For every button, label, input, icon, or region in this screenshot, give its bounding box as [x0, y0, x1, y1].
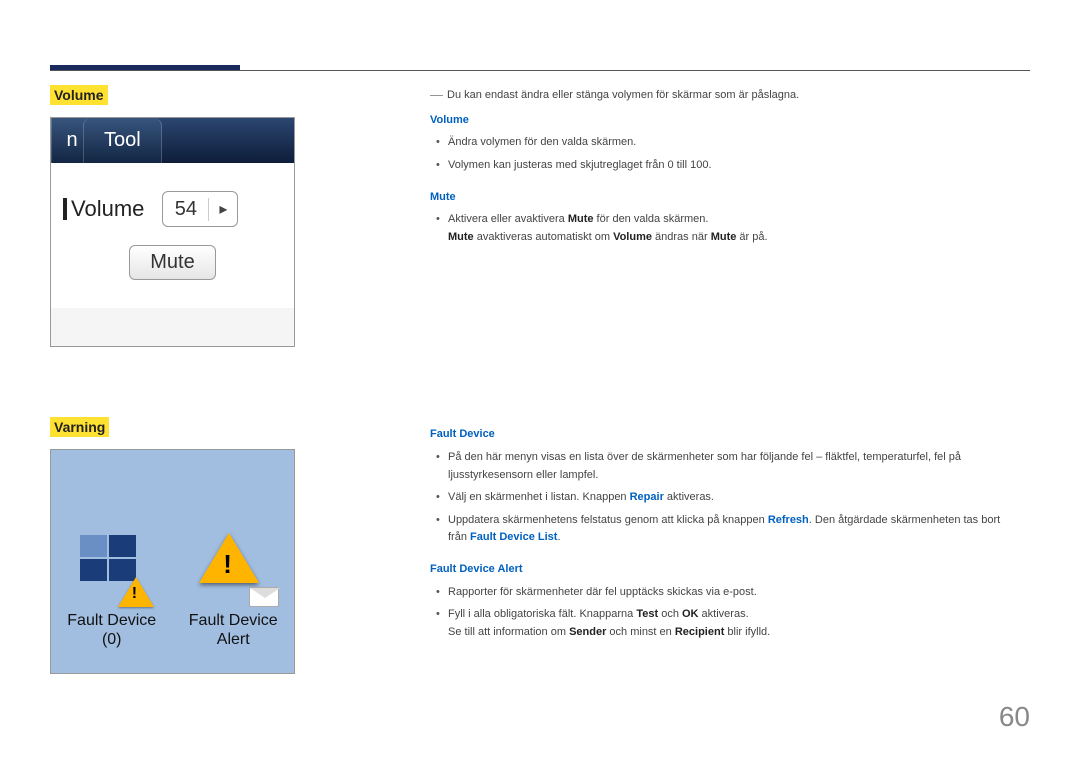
volume-value: 54 — [163, 198, 209, 221]
fda-item: Rapporter för skärmenheter där fel upptä… — [430, 584, 1010, 602]
page-number: 60 — [999, 701, 1030, 733]
fda-item: Fyll i alla obligatoriska fält. Knapparn… — [430, 606, 1010, 641]
fault-device-label: Fault Device (0) — [67, 611, 156, 649]
volume-subhead: Volume — [430, 112, 1010, 130]
fd-item: På den här menyn visas en lista över de … — [430, 449, 1010, 484]
fault-device-alert-tile[interactable]: Fault Device Alert — [179, 509, 289, 667]
volume-note: ―Du kan endast ändra eller stänga volyme… — [430, 85, 1010, 106]
fault-device-subhead: Fault Device — [430, 426, 1010, 444]
volume-spinner[interactable]: 54 ▸ — [162, 191, 238, 227]
volume-screenshot: n Tool Volume 54 ▸ Mute — [50, 117, 295, 347]
fault-device-alert-label: Fault Device Alert — [189, 611, 278, 649]
warning-icon — [118, 577, 154, 607]
volume-item: Volymen kan justeras med skjutreglaget f… — [430, 157, 1010, 175]
warning-icon — [199, 533, 259, 583]
mute-item: Aktivera eller avaktivera Mute för den v… — [430, 211, 1010, 246]
mute-subhead: Mute — [430, 189, 1010, 207]
volume-item: Ändra volymen för den valda skärmen. — [430, 134, 1010, 152]
mosaic-icon — [78, 533, 138, 583]
tab-tool[interactable]: Tool — [83, 118, 162, 163]
volume-label: Volume — [63, 196, 144, 222]
fd-item: Välj en skärmenhet i listan. Knappen Rep… — [430, 489, 1010, 507]
fault-device-tile[interactable]: Fault Device (0) — [57, 509, 167, 667]
varning-screenshot: Fault Device (0) Fault Device Al — [50, 449, 295, 674]
section-title-varning: Varning — [50, 417, 109, 437]
section-title-volume: Volume — [50, 85, 108, 105]
volume-increase-icon[interactable]: ▸ — [209, 199, 237, 219]
envelope-icon — [249, 587, 279, 607]
fd-item: Uppdatera skärmenhetens felstatus genom … — [430, 512, 1010, 547]
mute-button[interactable]: Mute — [129, 245, 215, 280]
fault-device-alert-subhead: Fault Device Alert — [430, 561, 1010, 579]
